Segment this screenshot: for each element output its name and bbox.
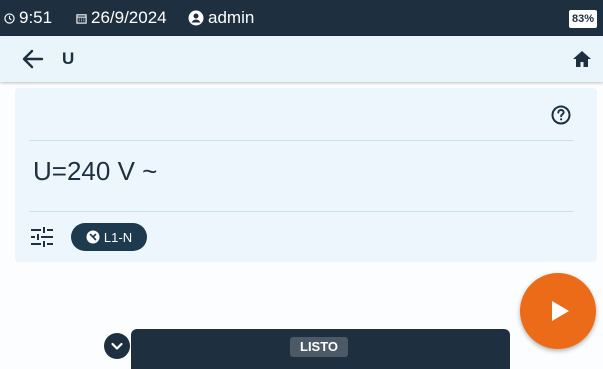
start-test-button[interactable] [520,273,596,349]
status-badge: LISTO [290,337,349,357]
expand-panel-button[interactable] [104,333,130,359]
user-name: admin [208,8,255,27]
divider [29,140,574,141]
clock-icon [4,12,15,24]
help-button[interactable] [550,104,572,126]
status-bar: 9:51 26/9/2024 admin 83% [0,0,603,36]
help-circle-icon [551,105,571,125]
chip-label: L1-N [103,229,133,245]
status-panel: LISTO [131,329,510,369]
time-text: 9:51 [19,8,53,27]
user-icon [188,10,204,26]
chevron-down-icon [111,342,123,350]
play-icon [552,301,569,321]
arrow-left-icon [22,49,44,69]
date-text: 26/9/2024 [91,8,167,27]
status-user: admin [188,0,254,36]
settings-button[interactable] [29,224,55,250]
measurement-reading: U=240 V ~ [33,156,158,186]
status-time: 9:51 [4,0,52,36]
calendar-icon [76,13,87,24]
battery-indicator: 83% [568,10,597,28]
screen-title: U [62,49,75,68]
circuit-chip[interactable]: L1-N [71,223,147,251]
home-button[interactable] [571,48,593,70]
sliders-icon [31,227,53,247]
back-button[interactable] [20,47,46,71]
home-icon [573,51,591,67]
app-header: U [0,36,603,82]
measurement-card: U=240 V ~ L1-N [15,88,597,262]
probe-icon [86,230,100,244]
status-date: 26/9/2024 [76,0,167,36]
divider [29,211,574,212]
